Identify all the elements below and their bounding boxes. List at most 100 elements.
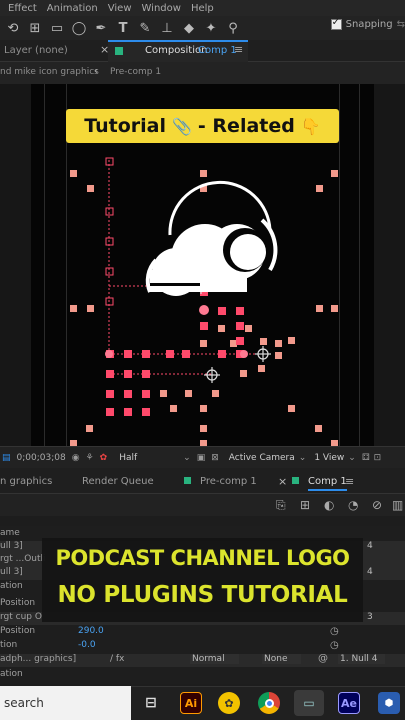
layer-name: ation	[0, 581, 23, 591]
pen-tool-icon[interactable]: ✒	[92, 19, 110, 37]
menu-view[interactable]: View	[108, 3, 132, 14]
caption-line-1: PODCAST CHANNEL LOGO	[55, 546, 350, 570]
screen-app-icon[interactable]: ▭	[294, 690, 324, 716]
timeline-tools	[0, 494, 405, 516]
tools-toolbar: ⟲ ⊞ ▭ ◯ ✒ T ✎ ⊥ ◆ ✦ ⚲ Snapping ⇆	[0, 16, 405, 40]
tutorial-banner: Tutorial 📎 - Related 👇	[66, 109, 339, 143]
frame-blend-icon[interactable]: ⊞	[300, 498, 310, 512]
rectangle-tool-icon[interactable]: ▭	[48, 19, 66, 37]
layer-row[interactable]: Position	[0, 626, 405, 639]
tab-render-queue[interactable]: Render Queue	[82, 476, 154, 487]
resolution-select[interactable]: Half	[119, 453, 137, 463]
tab-comp1[interactable]: Comp 1	[308, 476, 347, 491]
close-icon[interactable]: ×	[278, 475, 287, 488]
menu-help[interactable]: Help	[191, 3, 214, 14]
snapshot-icon[interactable]: ◉	[72, 453, 80, 463]
menu-window[interactable]: Window	[142, 3, 181, 14]
camera-select[interactable]: Active Camera	[229, 453, 295, 463]
grid-icon[interactable]: ⊡	[374, 453, 382, 463]
pointing-down-icon: 👇	[300, 116, 321, 136]
layer-name: Position	[0, 598, 36, 608]
after-effects-icon[interactable]: Ae	[338, 692, 360, 714]
parent-value[interactable]: 4	[367, 541, 373, 551]
graph-icon[interactable]: ▥	[392, 498, 403, 512]
rotation-value[interactable]: -0.0	[78, 640, 96, 650]
layer-name: ation	[0, 669, 23, 679]
timecode[interactable]: 0;00;03;08	[17, 453, 66, 463]
breadcrumb-item-2[interactable]: Pre-comp 1	[110, 67, 161, 77]
snapping-label: Snapping	[345, 19, 393, 30]
parent-select[interactable]: 1. Null 4	[338, 654, 386, 664]
motion-blur-icon[interactable]: ◐	[324, 498, 334, 512]
stopwatch-icon[interactable]: ◷	[330, 640, 339, 651]
parent-value[interactable]: 3	[367, 612, 373, 622]
layer-name: ame	[0, 528, 20, 538]
tab-graphics[interactable]: n graphics	[0, 476, 52, 487]
render-icon[interactable]: ⚃	[362, 453, 370, 463]
layer-name: Position	[0, 626, 36, 636]
chevron-down-icon[interactable]: ⌄	[348, 453, 356, 463]
ellipse-tool-icon[interactable]: ◯	[70, 19, 88, 37]
tab-menu-icon[interactable]: ≡	[234, 43, 243, 56]
layer-name: rgt cup O	[0, 612, 42, 622]
taskbar-search-input[interactable]: search	[0, 686, 131, 720]
task-view-icon[interactable]: ⊟	[140, 692, 162, 714]
caption-line-2: NO PLUGINS TUTORIAL	[57, 582, 348, 608]
position-value[interactable]: 290.0	[78, 626, 104, 636]
composition-tab-name: Comp 1	[198, 45, 237, 56]
parent-pickwhip-icon[interactable]: @	[318, 653, 328, 664]
shy-icon[interactable]: ⎘	[276, 498, 286, 513]
illustrator-icon[interactable]: Ai	[180, 692, 202, 714]
snapping-checkbox[interactable]	[330, 17, 342, 30]
type-tool-icon[interactable]: T	[114, 19, 132, 37]
breadcrumb-item-1[interactable]: nd mike icon graphics	[0, 67, 99, 77]
comp-color-icon	[292, 477, 299, 484]
graph-editor-icon[interactable]: ◔	[348, 498, 358, 512]
chrome-icon[interactable]	[258, 692, 280, 714]
paperclip-icon: 📎	[172, 116, 192, 136]
anchor-tool-icon[interactable]: ⊞	[26, 19, 44, 37]
stopwatch-icon[interactable]: ◷	[330, 626, 339, 637]
color-icon[interactable]: ✿	[100, 453, 108, 463]
brush-tool-icon[interactable]: ✎	[136, 19, 154, 37]
chevron-left-icon[interactable]: ‹	[94, 66, 98, 77]
roto-brush-icon[interactable]: ✦	[202, 19, 220, 37]
puppet-pin-icon[interactable]: ⚲	[224, 19, 242, 37]
comp-color-icon	[115, 47, 123, 55]
app-icon[interactable]: ✿	[218, 692, 240, 714]
viewer-controls: ▤ 0;00;03;08 ◉ ⚘ ✿ Half ⌄ ▣ ⊠ Active Cam…	[0, 446, 405, 468]
snapping-toggle[interactable]: Snapping ⇆	[330, 17, 405, 30]
app-icon[interactable]: ⬢	[378, 692, 400, 714]
layer-tab[interactable]: Layer (none)	[4, 45, 68, 56]
menu-effect[interactable]: Effect	[8, 3, 37, 14]
illustrator-label: Ai	[184, 696, 198, 710]
snap-options-icon[interactable]: ⇆	[397, 19, 405, 30]
track-matte-select[interactable]: None	[262, 654, 302, 664]
chevron-down-icon[interactable]: ⌄	[183, 453, 191, 463]
fx-switch[interactable]: / fx	[110, 654, 124, 664]
blend-mode-select[interactable]: Normal	[190, 654, 239, 664]
layer-name: ull 3]	[0, 567, 23, 577]
tab-precomp[interactable]: Pre-comp 1	[200, 476, 257, 487]
eraser-tool-icon[interactable]: ◆	[180, 19, 198, 37]
menu-bar: Effect Animation View Window Help	[0, 0, 405, 16]
layer-row[interactable]: tion	[0, 640, 405, 653]
clone-stamp-icon[interactable]: ⊥	[158, 19, 176, 37]
region-icon[interactable]: ▤	[2, 453, 11, 463]
layer-name: tion	[0, 640, 18, 650]
tab-menu-icon[interactable]: ≡	[345, 475, 354, 488]
show-snapshot-icon[interactable]: ⚘	[86, 453, 94, 463]
chevron-down-icon[interactable]: ⌄	[299, 453, 307, 463]
search-placeholder: search	[4, 696, 44, 710]
link-icon[interactable]: ⊘	[372, 498, 382, 512]
layer-row[interactable]: ation	[0, 669, 405, 682]
layer-name: ull 3]	[0, 541, 23, 551]
parent-value[interactable]: 4	[367, 567, 373, 577]
transparency-grid-icon[interactable]: ⊠	[211, 453, 219, 463]
views-select[interactable]: 1 View	[314, 453, 344, 463]
caption-overlay: PODCAST CHANNEL LOGO NO PLUGINS TUTORIAL	[42, 538, 363, 622]
region-of-interest-icon[interactable]: ▣	[197, 453, 206, 463]
menu-animation[interactable]: Animation	[47, 3, 98, 14]
keyframe-markers	[106, 288, 244, 416]
rotate-tool-icon[interactable]: ⟲	[4, 19, 22, 37]
